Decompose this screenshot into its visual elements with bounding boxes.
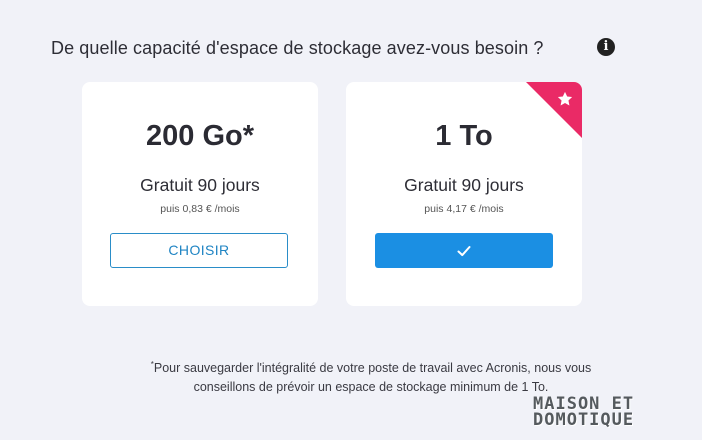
plan-trial: Gratuit 90 jours (404, 175, 524, 195)
checkmark-icon (457, 245, 471, 256)
plan-card-1to[interactable]: 1 To Gratuit 90 jours puis 4,17 € /mois (346, 82, 582, 306)
plan-card-200go[interactable]: 200 Go* Gratuit 90 jours puis 0,83 € /mo… (82, 82, 318, 306)
watermark-line-2: DOMOTIQUE (533, 410, 635, 430)
footnote-line-1: Pour sauvegarder l'intégralité de votre … (153, 361, 592, 375)
plan-price: puis 0,83 € /mois (160, 203, 240, 215)
info-icon[interactable]: i (597, 38, 615, 56)
star-icon (557, 91, 573, 106)
plan-price: puis 4,17 € /mois (424, 203, 504, 215)
plan-capacity: 200 Go* (146, 120, 254, 152)
footnote: *Pour sauvegarder l'intégralité de votre… (40, 355, 702, 397)
selected-button[interactable] (375, 233, 553, 268)
footnote-line-2: conseillons de prévoir un espace de stoc… (193, 380, 549, 394)
plan-trial: Gratuit 90 jours (140, 175, 260, 195)
watermark-logo: MAISON ET DOMOTIQUE (533, 396, 693, 432)
plan-capacity: 1 To (435, 120, 493, 152)
storage-question: De quelle capacité d'espace de stockage … (51, 38, 544, 58)
choose-button[interactable]: CHOISIR (110, 233, 288, 268)
